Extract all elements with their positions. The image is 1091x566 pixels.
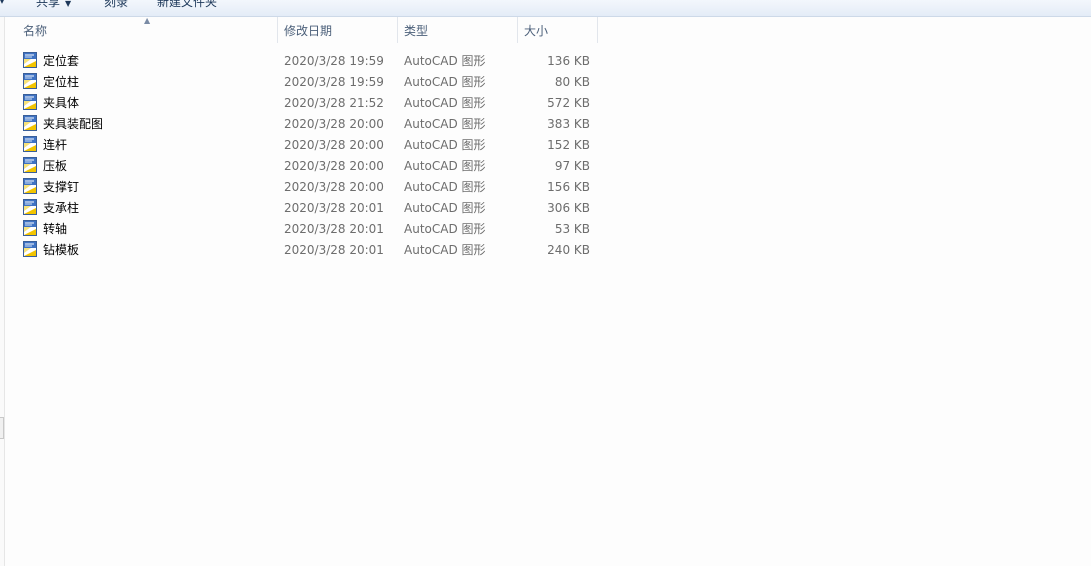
burn-button[interactable]: 刻录 xyxy=(104,0,128,12)
file-name-cell: 定位套 xyxy=(22,51,79,72)
file-size: 53 KB xyxy=(554,222,590,236)
file-modified-date: 2020/3/28 20:01 xyxy=(284,243,384,257)
file-type: AutoCAD 图形 xyxy=(404,75,486,89)
file-name: 定位柱 xyxy=(43,75,80,89)
autocad-dwg-icon xyxy=(22,115,38,131)
column-header-bar: 名称 ▲ 修改日期 类型 大小 xyxy=(5,17,598,43)
file-type: AutoCAD 图形 xyxy=(404,180,486,194)
file-row[interactable]: 定位套 2020/3/28 19:59 AutoCAD 图形 136 KB xyxy=(22,51,598,72)
autocad-dwg-icon xyxy=(22,136,38,152)
file-name-cell: 钻模板 xyxy=(22,240,79,261)
column-header-type-label: 类型 xyxy=(404,24,429,38)
file-row[interactable]: 支撑钉 2020/3/28 20:00 AutoCAD 图形 156 KB xyxy=(22,177,598,198)
file-size: 156 KB xyxy=(547,180,590,194)
sort-ascending-icon: ▲ xyxy=(144,16,151,25)
column-header-size-label: 大小 xyxy=(524,24,549,38)
column-header-date[interactable]: 修改日期 xyxy=(278,17,398,43)
column-header-size[interactable]: 大小 xyxy=(518,17,598,43)
file-row[interactable]: 夹具装配图 2020/3/28 20:00 AutoCAD 图形 383 KB xyxy=(22,114,598,135)
file-modified-date: 2020/3/28 20:00 xyxy=(284,159,384,173)
autocad-dwg-icon xyxy=(22,220,38,236)
file-type: AutoCAD 图形 xyxy=(404,222,486,236)
file-size: 572 KB xyxy=(547,96,590,110)
column-header-type[interactable]: 类型 xyxy=(398,17,518,43)
autocad-dwg-icon xyxy=(22,178,38,194)
file-row[interactable]: 定位柱 2020/3/28 19:59 AutoCAD 图形 80 KB xyxy=(22,72,598,93)
chevron-down-icon: ▼ xyxy=(65,0,72,8)
file-name: 夹具体 xyxy=(43,96,80,110)
file-size: 306 KB xyxy=(547,201,590,215)
file-size: 136 KB xyxy=(547,54,590,68)
file-type: AutoCAD 图形 xyxy=(404,159,486,173)
file-type: AutoCAD 图形 xyxy=(404,201,486,215)
column-header-date-label: 修改日期 xyxy=(284,24,333,38)
file-name: 压板 xyxy=(43,159,68,173)
file-row[interactable]: 夹具体 2020/3/28 21:52 AutoCAD 图形 572 KB xyxy=(22,93,598,114)
file-name-cell: 支撑钉 xyxy=(22,177,79,198)
file-modified-date: 2020/3/28 20:00 xyxy=(284,117,384,131)
toolbar: ▾ 共享 ▼ 刻录 新建文件夹 xyxy=(0,0,1091,17)
autocad-dwg-icon xyxy=(22,73,38,89)
autocad-dwg-icon xyxy=(22,94,38,110)
file-name-cell: 定位柱 xyxy=(22,72,79,93)
file-name-cell: 连杆 xyxy=(22,135,67,156)
file-name-cell: 夹具体 xyxy=(22,93,79,114)
file-row[interactable]: 钻模板 2020/3/28 20:01 AutoCAD 图形 240 KB xyxy=(22,240,598,261)
file-size: 80 KB xyxy=(554,75,590,89)
file-name: 夹具装配图 xyxy=(43,117,104,131)
file-modified-date: 2020/3/28 20:01 xyxy=(284,222,384,236)
chevron-down-icon[interactable]: ▾ xyxy=(0,0,8,8)
file-modified-date: 2020/3/28 20:00 xyxy=(284,180,384,194)
file-list: 定位套 2020/3/28 19:59 AutoCAD 图形 136 KB 定位… xyxy=(22,51,598,261)
file-modified-date: 2020/3/28 20:00 xyxy=(284,138,384,152)
file-size: 152 KB xyxy=(547,138,590,152)
autocad-dwg-icon xyxy=(22,157,38,173)
file-modified-date: 2020/3/28 19:59 xyxy=(284,75,384,89)
column-header-name-label: 名称 xyxy=(23,24,48,38)
file-type: AutoCAD 图形 xyxy=(404,117,486,131)
file-size: 240 KB xyxy=(547,243,590,257)
autocad-dwg-icon xyxy=(22,199,38,215)
file-size: 97 KB xyxy=(554,159,590,173)
file-name: 钻模板 xyxy=(43,243,80,257)
file-row[interactable]: 连杆 2020/3/28 20:00 AutoCAD 图形 152 KB xyxy=(22,135,598,156)
file-name: 支承柱 xyxy=(43,201,80,215)
autocad-dwg-icon xyxy=(22,241,38,257)
file-name-cell: 转轴 xyxy=(22,219,67,240)
file-name-cell: 夹具装配图 xyxy=(22,114,103,135)
share-label: 共享 xyxy=(36,0,61,9)
file-name-cell: 支承柱 xyxy=(22,198,79,219)
file-modified-date: 2020/3/28 21:52 xyxy=(284,96,384,110)
share-menu-button[interactable]: 共享 ▼ xyxy=(36,0,71,12)
file-type: AutoCAD 图形 xyxy=(404,138,486,152)
file-row[interactable]: 压板 2020/3/28 20:00 AutoCAD 图形 97 KB xyxy=(22,156,598,177)
file-name: 定位套 xyxy=(43,54,80,68)
file-name-cell: 压板 xyxy=(22,156,67,177)
pane-splitter-handle[interactable] xyxy=(0,417,4,439)
burn-label: 刻录 xyxy=(104,0,129,9)
new-folder-label: 新建文件夹 xyxy=(157,0,218,9)
file-name: 支撑钉 xyxy=(43,180,80,194)
file-type: AutoCAD 图形 xyxy=(404,243,486,257)
file-name: 转轴 xyxy=(43,222,68,236)
navigation-pane-edge xyxy=(0,17,5,566)
file-row[interactable]: 支承柱 2020/3/28 20:01 AutoCAD 图形 306 KB xyxy=(22,198,598,219)
file-size: 383 KB xyxy=(547,117,590,131)
file-row[interactable]: 转轴 2020/3/28 20:01 AutoCAD 图形 53 KB xyxy=(22,219,598,240)
file-type: AutoCAD 图形 xyxy=(404,96,486,110)
file-modified-date: 2020/3/28 20:01 xyxy=(284,201,384,215)
autocad-dwg-icon xyxy=(22,52,38,68)
new-folder-button[interactable]: 新建文件夹 xyxy=(157,0,217,12)
file-type: AutoCAD 图形 xyxy=(404,54,486,68)
file-modified-date: 2020/3/28 19:59 xyxy=(284,54,384,68)
file-name: 连杆 xyxy=(43,138,68,152)
